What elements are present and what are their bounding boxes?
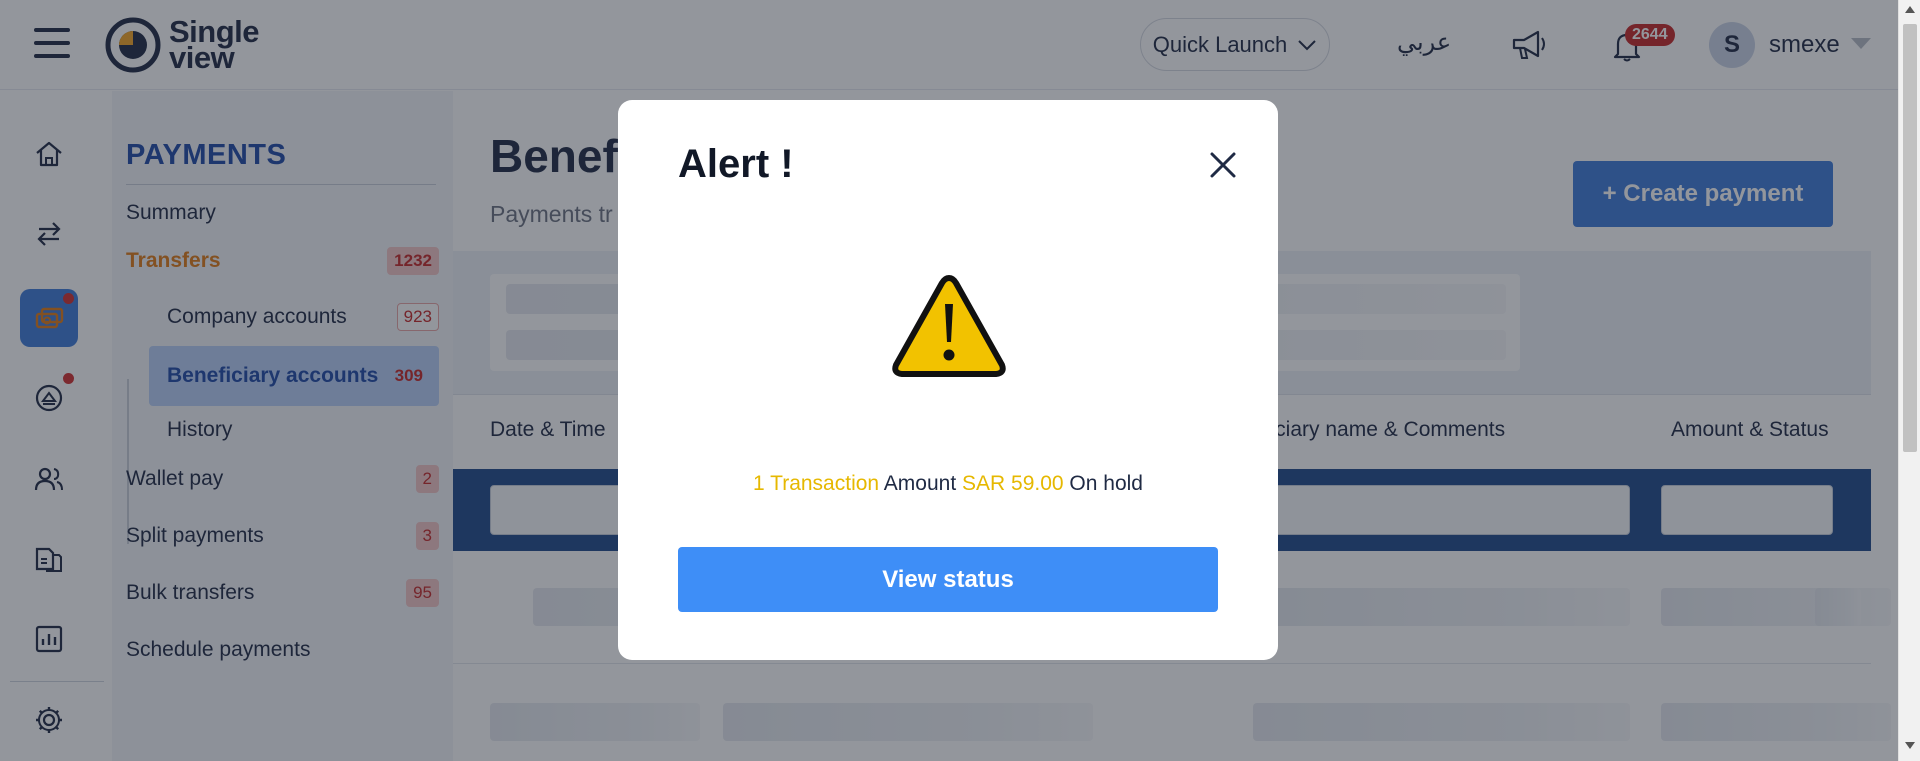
status-text: On hold [1069, 472, 1143, 495]
page-scrollbar[interactable] [1898, 0, 1920, 761]
amount-label-text: Amount [883, 472, 957, 495]
alert-message: 1 Transaction Amount SAR 59.00 On hold [618, 472, 1278, 496]
scroll-up-arrow-icon[interactable] [1905, 6, 1915, 13]
scroll-thumb[interactable] [1903, 24, 1917, 452]
scroll-down-arrow-icon[interactable] [1905, 742, 1915, 749]
warning-triangle-icon [892, 275, 1006, 377]
alert-title: Alert ! [678, 142, 794, 186]
transaction-count-text: 1 Transaction [753, 472, 880, 495]
alert-dialog: Alert ! 1 Transaction Amount SAR 59.00 O… [618, 100, 1278, 660]
close-icon[interactable] [1208, 150, 1238, 180]
view-status-button[interactable]: View status [678, 547, 1218, 612]
amount-value-text: SAR 59.00 [962, 472, 1064, 495]
